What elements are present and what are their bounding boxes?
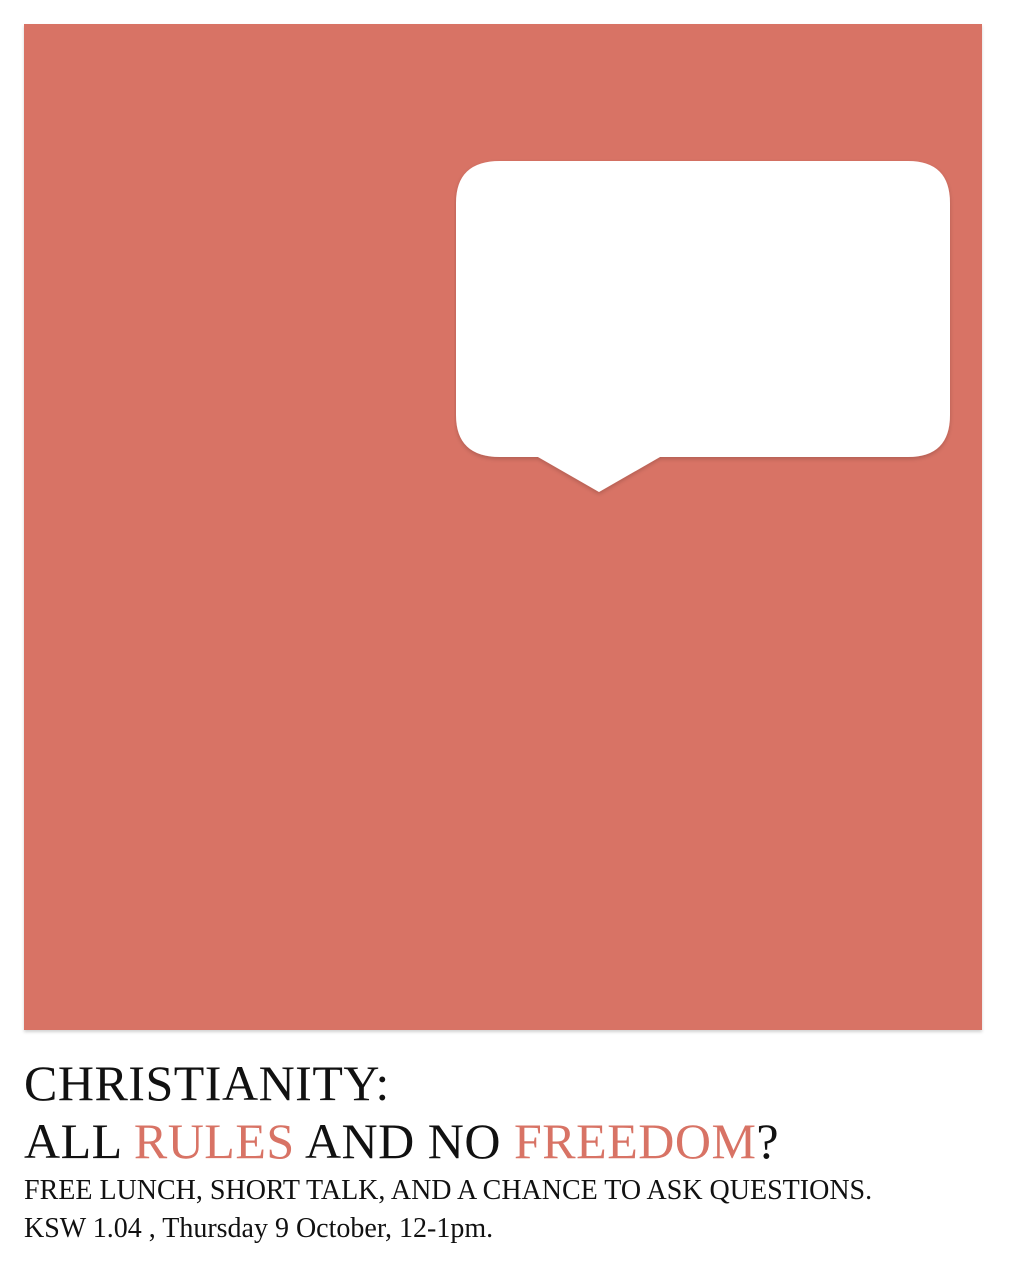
event-description: FREE LUNCH, SHORT TALK, AND A CHANCE TO … [24,1175,873,1206]
headline-question-mark: ? [756,1113,780,1169]
event-location-time: KSW 1.04 , Thursday 9 October, 12-1pm. [24,1213,494,1244]
event-text: CHRISTIANITY: ALL RULES AND NO FREEDOM? … [24,1054,994,1248]
headline-accent-rules: RULES [133,1113,295,1169]
headline-line-2: ALL RULES AND NO FREEDOM? [24,1112,994,1170]
headline-text-and-no: AND NO [294,1113,514,1169]
speech-bubble-icon [454,159,954,499]
speech-bubble-shape [456,161,950,492]
headline-accent-freedom: FREEDOM [514,1113,757,1169]
poster-panel [24,24,982,1030]
headline-line-1: CHRISTIANITY: [24,1054,994,1112]
headline-title: CHRISTIANITY: [24,1055,390,1111]
headline-text-all: ALL [24,1113,134,1169]
